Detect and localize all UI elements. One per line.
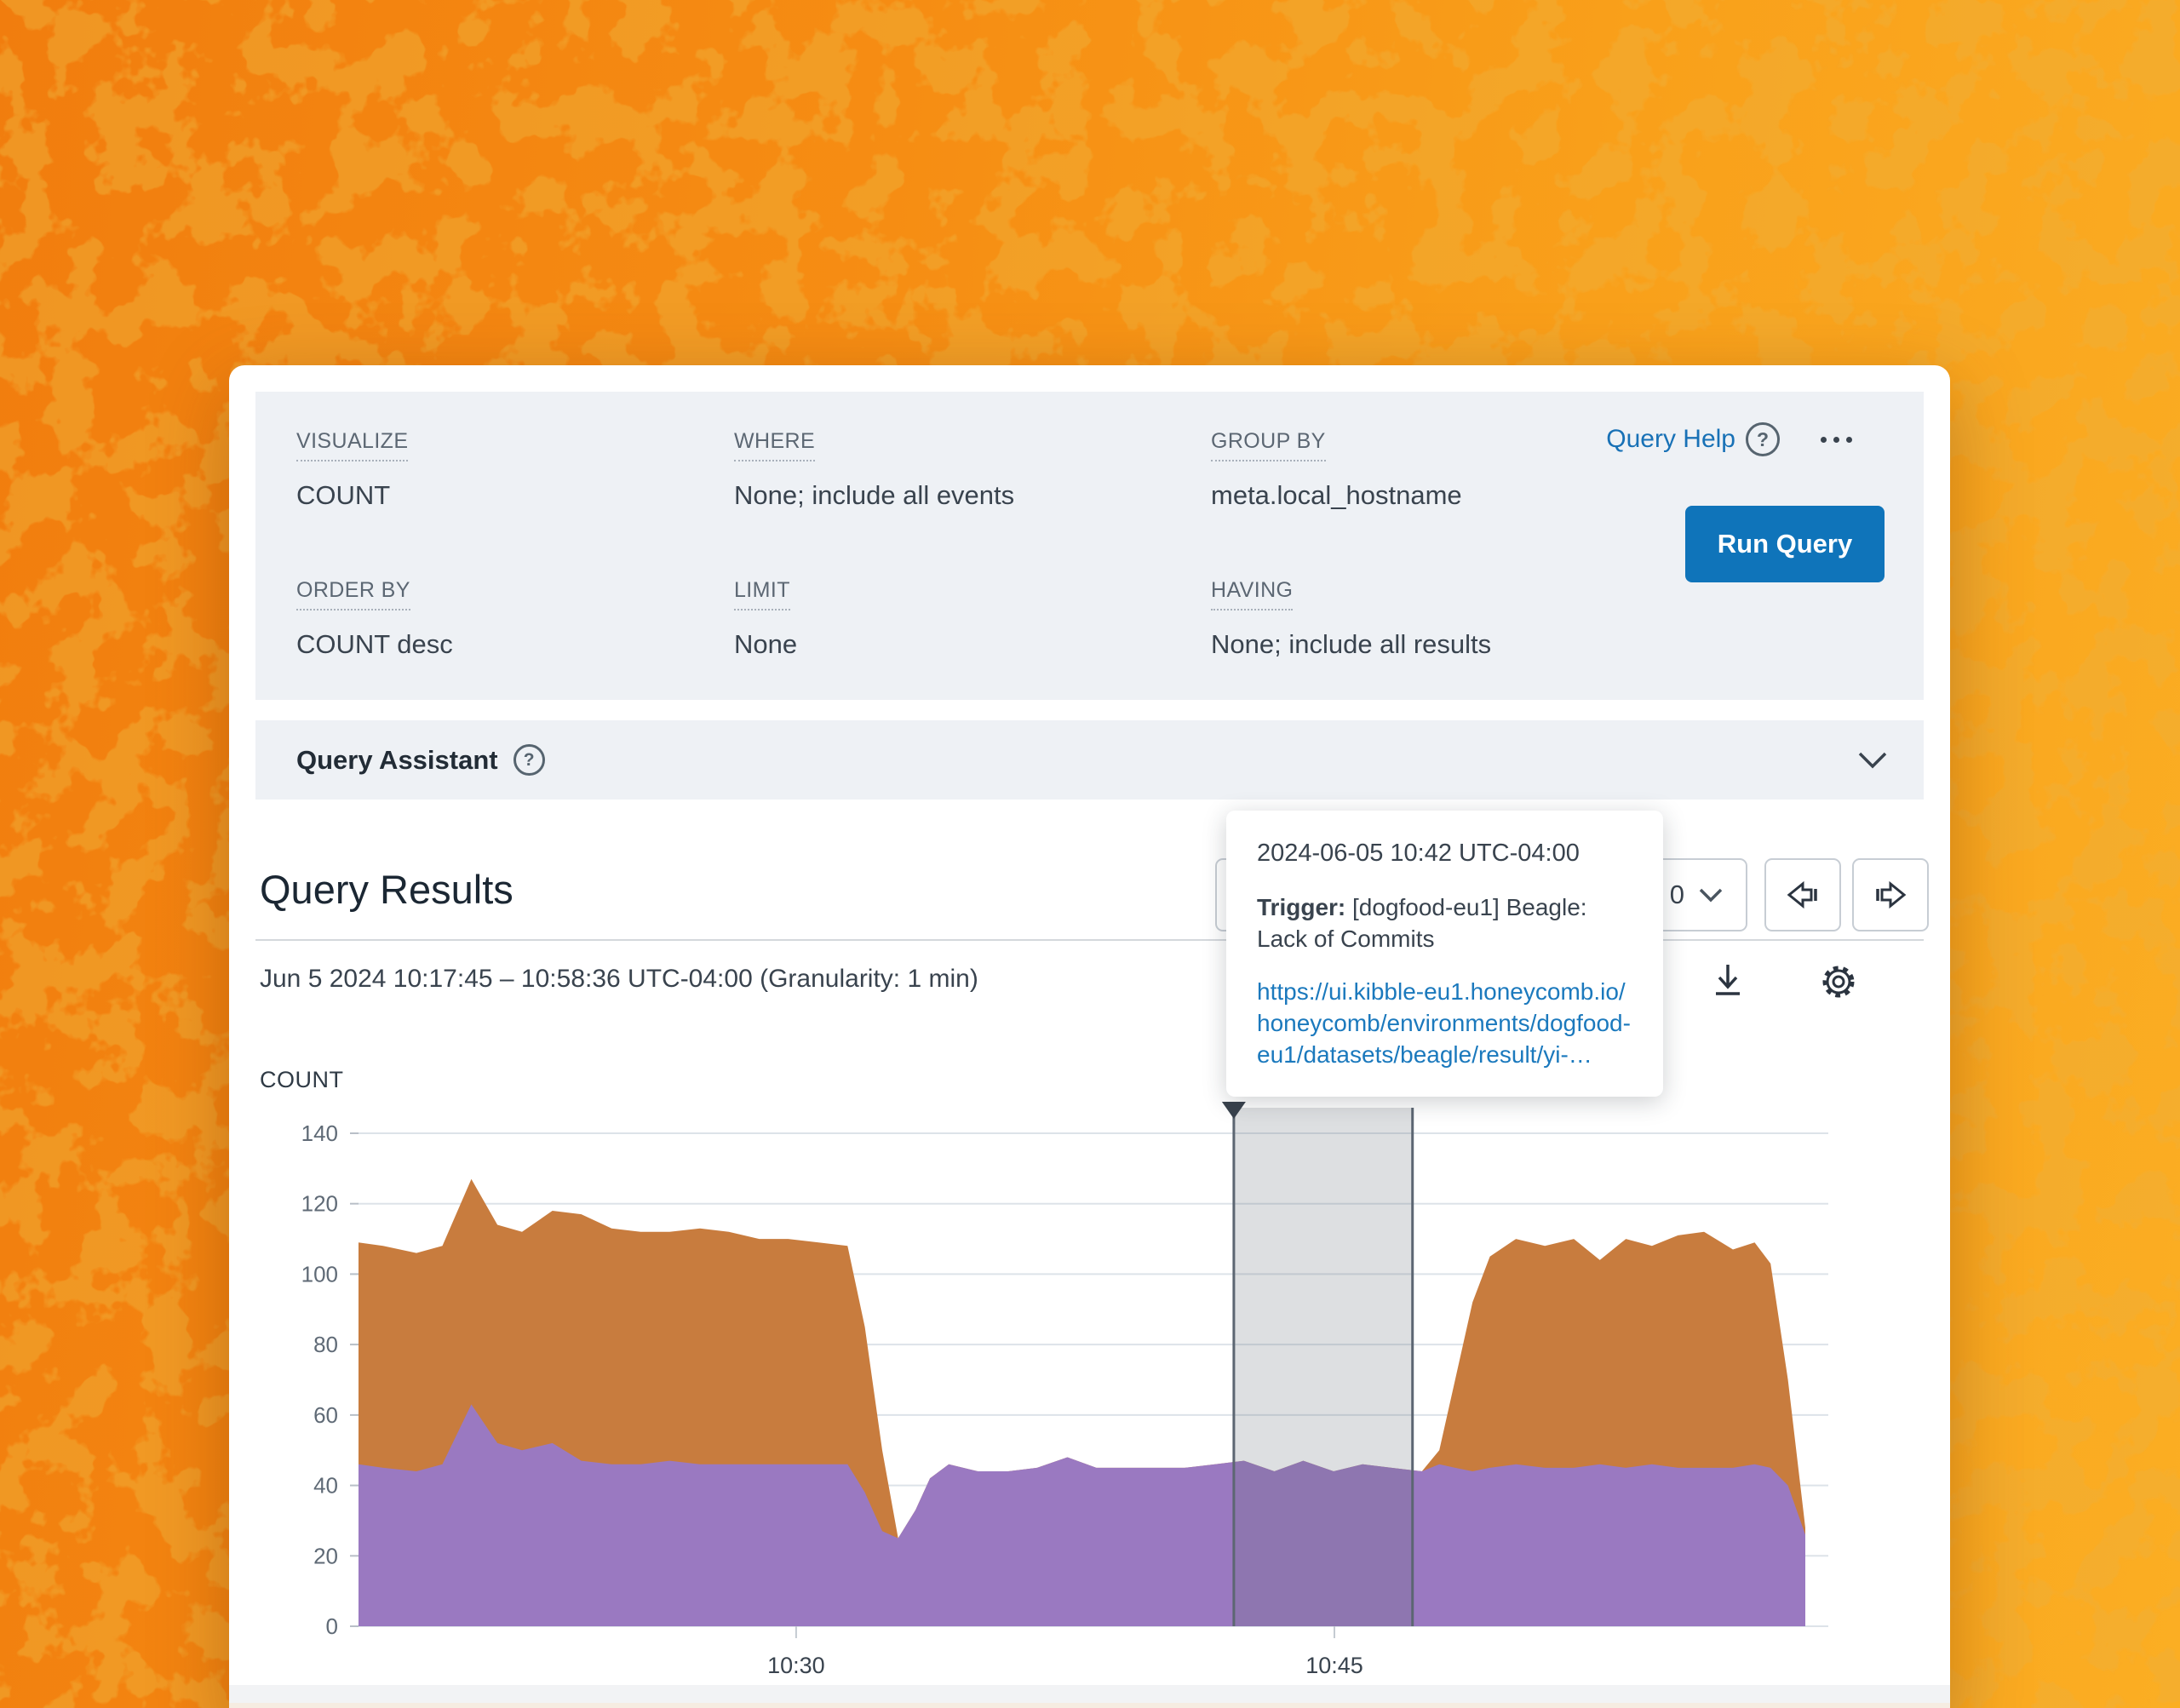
query-help-link[interactable]: Query Help ?: [1606, 422, 1780, 456]
divider: [255, 939, 1924, 941]
selection-band[interactable]: [1233, 1108, 1413, 1626]
arrow-forward-icon: [1876, 880, 1907, 909]
time-forward-button[interactable]: [1852, 858, 1929, 931]
clause-having[interactable]: HAVING None; include all results: [1211, 578, 1491, 660]
results-chart[interactable]: 0 20 40 60 80 100 120 140 10:30 10:45: [229, 1098, 1950, 1708]
query-card: VISUALIZE COUNT WHERE None; include all …: [229, 365, 1950, 1708]
time-range-dropdown-value: 0: [1669, 880, 1684, 909]
clause-label: WHERE: [734, 429, 816, 461]
query-assistant-bar[interactable]: Query Assistant ?: [255, 720, 1924, 800]
help-circle-icon: ?: [1746, 422, 1780, 456]
y-tick-label: 0: [326, 1613, 338, 1639]
y-tick-label: 20: [313, 1543, 338, 1568]
help-circle-icon: ?: [513, 744, 545, 776]
y-axis-title: COUNT: [260, 1067, 344, 1092]
tooltip-trigger-text: Trigger: [dogfood-eu1] Beagle: Lack of C…: [1257, 894, 1587, 953]
x-tick-label: 10:30: [767, 1653, 825, 1678]
y-tick-label: 80: [313, 1332, 338, 1357]
x-tick-label: 10:45: [1305, 1653, 1363, 1678]
page-title: Query Results: [260, 867, 513, 912]
download-icon[interactable]: [1709, 961, 1747, 1000]
gear-icon[interactable]: [1818, 961, 1859, 1002]
run-query-button[interactable]: Run Query: [1685, 506, 1885, 582]
y-tick-label: 100: [301, 1261, 338, 1287]
clause-value[interactable]: None: [734, 629, 797, 660]
query-time-range: Jun 5 2024 10:17:45 – 10:58:36 UTC-04:00…: [260, 965, 978, 993]
more-menu-icon[interactable]: [1821, 436, 1852, 443]
y-tick-label: 60: [313, 1402, 338, 1428]
clause-value[interactable]: COUNT desc: [296, 629, 453, 660]
clause-value[interactable]: COUNT: [296, 480, 408, 511]
clause-label: GROUP BY: [1211, 429, 1326, 461]
clause-label: LIMIT: [734, 578, 790, 610]
clause-value[interactable]: None; include all events: [734, 480, 1014, 511]
clause-label: ORDER BY: [296, 578, 410, 610]
clause-label: HAVING: [1211, 578, 1294, 610]
clause-order-by[interactable]: ORDER BY COUNT desc: [296, 578, 453, 660]
y-tick-label: 40: [313, 1473, 338, 1499]
clause-visualize[interactable]: VISUALIZE COUNT: [296, 429, 409, 511]
y-tick-label: 140: [301, 1121, 338, 1146]
time-back-button[interactable]: [1764, 858, 1841, 931]
arrow-back-icon: [1787, 880, 1817, 909]
chevron-down-icon: [1699, 888, 1723, 903]
clause-limit[interactable]: LIMIT None: [734, 578, 797, 660]
clause-where[interactable]: WHERE None; include all events: [734, 429, 1014, 511]
screenshot-root: VISUALIZE COUNT WHERE None; include all …: [0, 0, 2180, 1708]
clause-label: VISUALIZE: [296, 429, 409, 461]
tooltip-timestamp: 2024-06-05 10:42 UTC-04:00: [1257, 840, 1580, 867]
y-tick-label: 120: [301, 1191, 338, 1217]
chart-tooltip: 2024-06-05 10:42 UTC-04:00 Trigger: [dog…: [1226, 811, 1663, 1098]
results-footer-strip-edge: [229, 1703, 1950, 1708]
clause-value[interactable]: None; include all results: [1211, 629, 1491, 660]
tooltip-trigger-link[interactable]: https://ui.kibble-eu1.honeycomb.io/honey…: [1257, 977, 1632, 1071]
clause-group-by[interactable]: GROUP BY meta.local_hostname: [1211, 429, 1462, 511]
query-builder: VISUALIZE COUNT WHERE None; include all …: [255, 392, 1924, 700]
chevron-down-icon[interactable]: [1857, 751, 1888, 770]
clause-value[interactable]: meta.local_hostname: [1211, 480, 1462, 511]
